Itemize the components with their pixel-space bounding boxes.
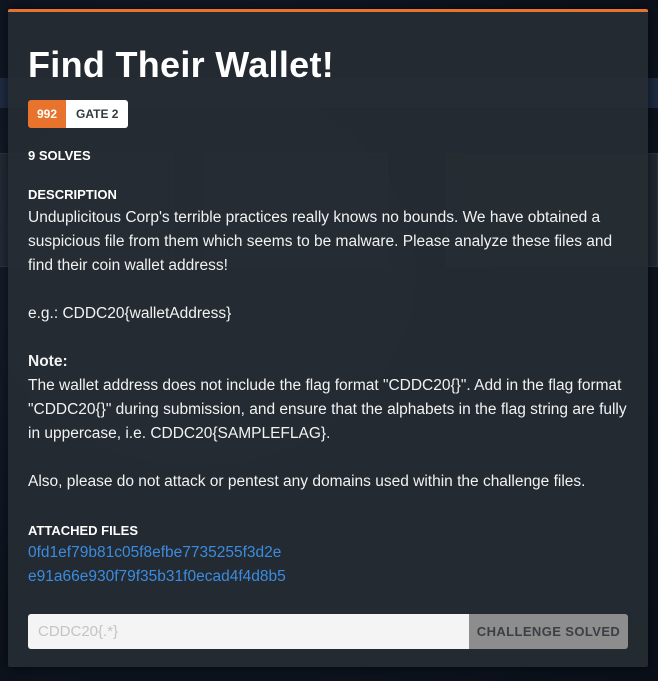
- attached-files-label: ATTACHED FILES: [28, 523, 139, 538]
- note-body: The wallet address does not include the …: [28, 377, 627, 442]
- flag-format-example: e.g.: CDDC20{walletAddress}: [28, 305, 232, 322]
- note-heading: Note:: [28, 353, 68, 370]
- gate-badge: GATE 2: [66, 100, 129, 128]
- challenge-modal: Find Their Wallet! 992 GATE 2 9 SOLVES D…: [8, 9, 648, 667]
- flag-input[interactable]: [28, 614, 469, 649]
- challenge-description: Unduplicitous Corp's terrible practices …: [28, 206, 628, 494]
- attached-files-list: 0fd1ef79b81c05f8efbe7735255f3d2e e91a66e…: [28, 541, 286, 589]
- attached-file-link[interactable]: 0fd1ef79b81c05f8efbe7735255f3d2e: [28, 541, 286, 565]
- challenge-title: Find Their Wallet!: [28, 44, 335, 85]
- challenge-solved-button[interactable]: CHALLENGE SOLVED: [469, 614, 628, 649]
- points-badge: 992: [28, 100, 67, 128]
- description-paragraph: Unduplicitous Corp's terrible practices …: [28, 209, 613, 274]
- challenge-tags: 992 GATE 2: [28, 100, 129, 128]
- pentest-warning: Also, please do not attack or pentest an…: [28, 473, 586, 490]
- attached-file-link[interactable]: e91a66e930f79f35b31f0ecad4f4d8b5: [28, 565, 286, 589]
- flag-submission-row: CHALLENGE SOLVED: [28, 614, 628, 649]
- solves-count: 9 SOLVES: [28, 148, 91, 163]
- description-label: DESCRIPTION: [28, 187, 117, 202]
